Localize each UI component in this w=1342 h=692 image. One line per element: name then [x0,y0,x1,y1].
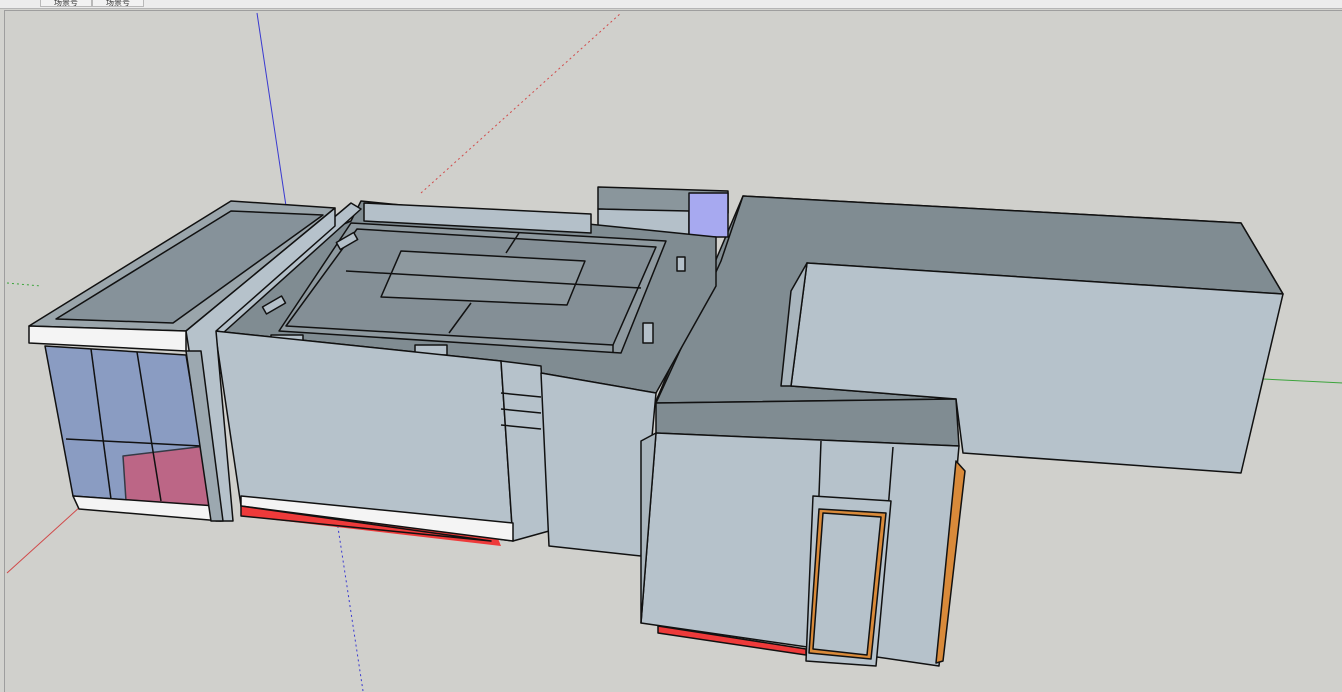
vent [642,322,654,344]
axis-blue [256,12,287,207]
scene-tab-2[interactable]: 场景号 [92,0,144,7]
3d-viewport[interactable] [4,10,1342,692]
middle-front-wall-right [540,372,657,557]
model-canvas [6,12,1342,692]
vent [676,256,686,272]
axis-red [6,505,82,574]
rooftop-unit-glass [688,192,729,238]
axis-red-dotted [420,12,622,194]
roof-center [380,250,586,306]
scene-tab-1[interactable]: 场景号 [40,0,92,7]
left-glass-red [122,445,212,507]
axis-green-dotted [6,282,42,287]
axis-green [1262,378,1342,384]
axis-blue-dotted [336,520,364,692]
front-block [640,398,966,667]
scene-tab-bar: 场景号 场景号 [0,0,1342,9]
